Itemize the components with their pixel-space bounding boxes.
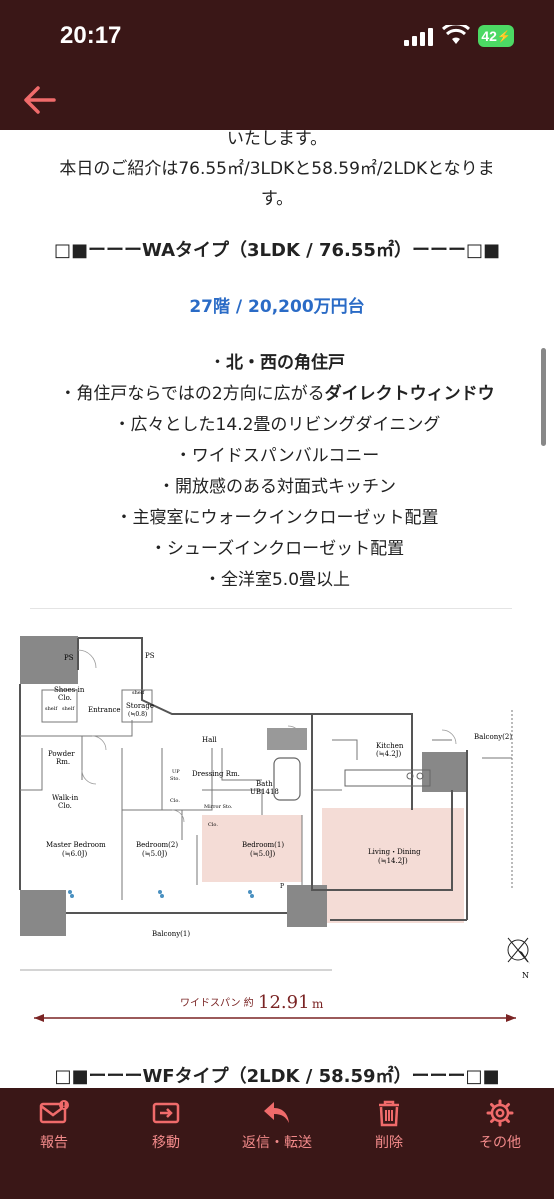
fp-shelf: shelf: [132, 690, 145, 696]
fp-hall: Hall: [202, 736, 218, 744]
floor-plan: PS PS Shoes-in Clo. shelf shelf shelf En…: [19, 636, 530, 980]
feature-item: ・ワイドスパンバルコニー: [174, 446, 380, 466]
fp-powder: Powder: [48, 750, 75, 758]
wide-span-dimension: ワイドスパン 約 12.91 m: [34, 992, 516, 1022]
feature-bold: ダイレクトウィンドウ: [324, 384, 495, 404]
reply-forward-label: 返信・転送: [242, 1135, 312, 1151]
delete-label: 削除: [375, 1135, 403, 1151]
feature-prefix: ・角住戸ならではの2方向に広がる: [59, 384, 325, 404]
move-folder-icon: [152, 1102, 180, 1124]
fp-bedroom1-size: (≒5.0J): [250, 850, 276, 858]
feature-item: ・北・西の角住戸: [0, 348, 554, 373]
divider: [30, 608, 512, 609]
compass-icon: [507, 937, 530, 964]
fp-bedroom2: Bedroom(2): [136, 841, 178, 849]
battery-indicator: 42 ⚡: [478, 25, 514, 47]
fp-storage: Storage: [126, 702, 154, 710]
fp-shelf: shelf: [45, 706, 58, 712]
fp-bedroom2-size: (≒5.0J): [142, 850, 168, 858]
fp-dressing: Dressing Rm.: [192, 770, 240, 778]
wa-price: 27階 / 20,200万円台: [189, 297, 365, 317]
fp-walkin-clo: Clo.: [58, 802, 72, 810]
span-label: ワイドスパン 約: [180, 996, 254, 1009]
status-time: 20:17: [60, 22, 122, 49]
report-button[interactable]: ! 報告: [9, 1098, 99, 1151]
span-value: 12.91: [258, 992, 310, 1013]
fp-ps1: PS: [64, 654, 74, 662]
fp-up-sto: Sto.: [170, 776, 180, 782]
status-bar: 20:17 42 ⚡: [0, 0, 554, 70]
fp-master: Master Bedroom: [46, 841, 106, 849]
message-body[interactable]: いたします。 本日のご紹介は76.55㎡/3LDKと58.59㎡/2LDKとなり…: [0, 130, 554, 1088]
intro-line-1: いたします。: [226, 130, 328, 149]
wifi-icon: [442, 25, 470, 44]
fp-bath-ub: UB1418: [250, 788, 279, 796]
fp-shoes-clo: Clo.: [58, 694, 72, 702]
span-unit: m: [312, 997, 324, 1011]
fp-p: P: [280, 883, 284, 890]
trash-icon: [379, 1100, 399, 1127]
more-button[interactable]: その他: [455, 1098, 545, 1151]
compass-north-label: N: [522, 971, 529, 980]
cellular-signal-icon: [404, 28, 433, 46]
feature-item: ・開放感のある対面式キッチン: [158, 477, 396, 497]
reply-icon: [264, 1102, 289, 1123]
wf-type-heading: □■ーーーWFタイプ（2LDK / 58.59㎡）ーーー□■: [54, 1066, 500, 1087]
fp-clo: Clo.: [208, 822, 218, 828]
fp-bath: Bath: [256, 780, 273, 788]
fp-storage-size: (≒0.8): [128, 711, 147, 718]
report-label: 報告: [40, 1135, 68, 1151]
fp-living: Living・Dining: [368, 848, 421, 856]
fp-master-size: (≒6.0J): [62, 850, 88, 858]
fp-kitchen-size: (≒4.2J): [376, 750, 402, 758]
move-button[interactable]: 移動: [121, 1098, 211, 1151]
feature-item: ・角住戸ならではの2方向に広がるダイレクトウィンドウ: [0, 379, 554, 404]
bottom-toolbar: ! 報告 移動 返信・転送 削除 その他: [0, 1088, 554, 1199]
charging-bolt-icon: ⚡: [496, 30, 511, 43]
feature-item: ・主寝室にウォークインクローゼット配置: [115, 508, 439, 528]
fp-ps2: PS: [145, 652, 155, 660]
fp-clo: Clo.: [170, 798, 180, 804]
fp-mirror: Mirror Sto.: [204, 804, 233, 810]
feature-item: ・シューズインクローゼット配置: [149, 539, 405, 559]
feature-item: ・全洋室5.0畳以上: [203, 570, 351, 590]
fp-shoes: Shoes-in: [54, 686, 85, 694]
fp-bedroom1: Bedroom(1): [242, 841, 284, 849]
fp-living-size: (≒14.2J): [378, 857, 408, 865]
report-mail-icon: !: [39, 1100, 69, 1124]
fp-up: UP: [172, 769, 180, 775]
svg-text:!: !: [62, 1101, 66, 1110]
fp-balcony1: Balcony(1): [152, 930, 190, 938]
more-icon: [486, 1099, 514, 1127]
fp-walkin: Walk-in: [52, 794, 79, 802]
fp-entrance: Entrance: [88, 706, 121, 714]
feature-item: ・広々とした14.2畳のリビングダイニング: [113, 415, 441, 435]
wa-type-heading: □■ーーーWAタイプ（3LDK / 76.55㎡）ーーー□■: [54, 240, 500, 261]
delete-button[interactable]: 削除: [344, 1098, 434, 1151]
intro-line-3: す。: [260, 189, 294, 209]
battery-level: 42: [481, 28, 497, 44]
feature-text: 北・西の角住戸: [226, 353, 345, 373]
fp-shelf: shelf: [62, 706, 75, 712]
fp-kitchen: Kitchen: [376, 742, 404, 750]
reply-forward-button[interactable]: 返信・転送: [232, 1098, 322, 1151]
more-label: その他: [479, 1135, 521, 1151]
scrollbar[interactable]: [541, 348, 546, 446]
move-label: 移動: [152, 1135, 180, 1151]
back-arrow-icon[interactable]: [22, 82, 58, 118]
fp-balcony2: Balcony(2): [474, 733, 512, 741]
nav-bar: [0, 70, 554, 130]
feature-prefix: ・: [209, 353, 226, 373]
fp-powder-rm: Rm.: [56, 758, 70, 766]
intro-line-2: 本日のご紹介は76.55㎡/3LDKと58.59㎡/2LDKとなりま: [59, 159, 495, 179]
